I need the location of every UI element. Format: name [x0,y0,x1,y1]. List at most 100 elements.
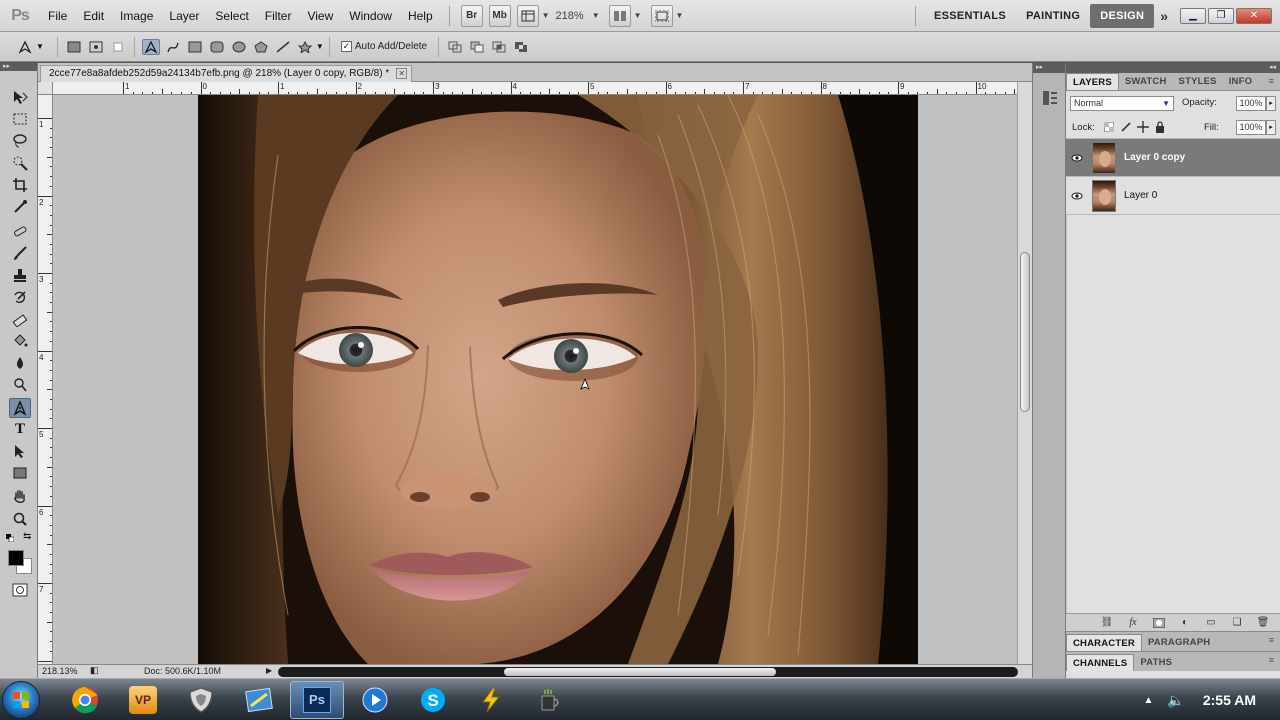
pen-tool[interactable] [9,398,31,418]
rectangle-shape-option[interactable] [186,39,204,55]
status-info-icon[interactable]: ◧ [90,665,99,676]
view-extras-button[interactable] [516,4,539,27]
minimize-button[interactable]: ▁ [1180,7,1206,24]
panel-grip[interactable]: ◂◂ [1066,63,1280,73]
layer-style-icon[interactable]: fx [1124,616,1142,630]
opacity-slider-toggle[interactable]: ▸ [1266,96,1276,111]
document-canvas[interactable] [53,95,1017,664]
tab-character[interactable]: CHARACTER [1066,634,1142,651]
chevron-down-icon[interactable]: ▼ [316,42,324,51]
horizontal-scrollbar[interactable] [278,667,1018,677]
rounded-rectangle-option[interactable] [208,39,226,55]
system-clock[interactable]: 2:55 AM [1203,692,1256,708]
pen-tool-option[interactable] [141,38,160,55]
dropdown-arrow-icon[interactable]: ▼ [634,11,642,20]
taskbar-chrome[interactable] [58,681,112,719]
lock-position-icon[interactable] [1137,121,1149,133]
menu-select[interactable]: Select [207,9,256,23]
horizontal-scrollbar-thumb[interactable] [504,668,776,676]
polygon-option[interactable] [252,39,270,55]
panel-grip[interactable]: ▸▸ [0,63,37,71]
opacity-input[interactable]: 100% [1236,96,1266,111]
taskbar-media-player[interactable] [348,681,402,719]
lock-transparent-pixels-icon[interactable] [1103,121,1115,133]
zoom-level-select[interactable]: 218% ▼ [556,10,600,22]
panel-menu-icon[interactable]: ≡ [1269,655,1274,665]
dropdown-arrow-icon[interactable]: ▼ [542,11,550,20]
taskbar-vp-app[interactable]: VP [116,681,170,719]
blur-tool[interactable] [9,353,31,373]
menu-image[interactable]: Image [112,9,161,23]
panel-grip[interactable]: ▸▸ [1033,63,1065,73]
crop-tool[interactable] [9,175,31,195]
clone-stamp-tool[interactable] [9,265,31,285]
new-layer-icon[interactable]: ❏ [1228,616,1246,630]
panel-menu-icon[interactable]: ≡ [1269,76,1274,86]
auto-add-delete-checkbox[interactable]: ✓ Auto Add/Delete [340,41,427,52]
eyedropper-tool[interactable] [9,197,31,217]
tool-preset-picker[interactable] [16,39,34,55]
bridge-button[interactable]: Br [460,4,483,27]
vertical-ruler[interactable]: 12345678 [38,82,53,664]
paint-bucket-tool[interactable] [9,331,31,351]
menu-view[interactable]: View [299,9,341,23]
vertical-scrollbar-thumb[interactable] [1020,252,1030,412]
tab-layers[interactable]: LAYERS [1066,73,1119,90]
taskbar-lightning-app[interactable] [464,681,518,719]
history-panel-button[interactable] [1041,89,1059,107]
zoom-percentage-field[interactable]: 218.13% [42,666,78,676]
adjustment-layer-icon[interactable]: ◐ [1176,616,1194,630]
path-intersect-button[interactable] [490,39,508,55]
layer-mask-icon[interactable] [1150,616,1168,630]
chevron-down-icon[interactable]: ▼ [36,42,44,51]
layer-name[interactable]: Layer 0 copy [1124,152,1185,163]
panel-menu-icon[interactable]: ≡ [1269,635,1274,645]
menu-window[interactable]: Window [341,9,400,23]
blend-mode-select[interactable]: Normal ▼ [1070,96,1174,111]
rectangle-tool[interactable] [9,463,31,483]
delete-layer-icon[interactable]: 🗑 [1254,616,1272,630]
fill-slider-toggle[interactable]: ▸ [1266,120,1276,135]
menu-help[interactable]: Help [400,9,441,23]
type-tool[interactable]: T [9,419,31,439]
lock-all-icon[interactable] [1154,121,1166,133]
layer-visibility-toggle[interactable] [1066,154,1088,162]
paths-mode-button[interactable] [87,39,105,55]
menu-layer[interactable]: Layer [161,9,207,23]
ellipse-option[interactable] [230,39,248,55]
restore-button[interactable]: ❐ [1208,7,1234,24]
shape-layers-button[interactable] [65,39,83,55]
screen-mode-button[interactable] [650,4,673,27]
workspace-design[interactable]: DESIGN [1090,3,1155,28]
show-hidden-icons-icon[interactable]: ▲ [1143,695,1153,706]
workspace-essentials[interactable]: ESSENTIALS [924,4,1016,28]
marquee-tool[interactable] [9,109,31,129]
horizontal-ruler[interactable]: 1 0 1 2 3 4 5 6 7 8 9 10 [53,82,1017,95]
taskbar-photoshop[interactable]: Ps [290,680,344,719]
taskbar-cup-app[interactable] [522,681,576,719]
zoom-tool[interactable] [9,509,31,529]
layer-row[interactable]: Layer 0 [1066,177,1280,215]
eraser-tool[interactable] [9,309,31,329]
dropdown-arrow-icon[interactable]: ▼ [676,11,684,20]
default-colors-icon[interactable] [6,533,15,543]
arrange-documents-button[interactable] [608,4,631,27]
dodge-tool[interactable] [9,375,31,395]
layer-visibility-toggle[interactable] [1066,192,1088,200]
tab-styles[interactable]: STYLES [1173,73,1223,90]
hand-tool[interactable] [9,487,31,507]
menu-edit[interactable]: Edit [75,9,112,23]
quick-selection-tool[interactable] [9,153,31,173]
layer-row[interactable]: Layer 0 copy [1066,139,1280,177]
line-option[interactable] [274,39,292,55]
close-icon[interactable]: ✕ [396,68,408,79]
custom-shape-option[interactable] [296,39,314,55]
tab-swatches[interactable]: SWATCH [1119,73,1173,90]
more-workspaces-icon[interactable]: » [1160,8,1168,24]
volume-icon[interactable]: 🔈 [1167,692,1184,709]
history-brush-tool[interactable] [9,287,31,307]
path-subtract-button[interactable] [468,39,486,55]
link-layers-icon[interactable]: ⛓ [1098,616,1116,630]
status-menu-arrow-icon[interactable]: ▶ [266,666,272,675]
lock-image-pixels-icon[interactable] [1120,121,1132,133]
